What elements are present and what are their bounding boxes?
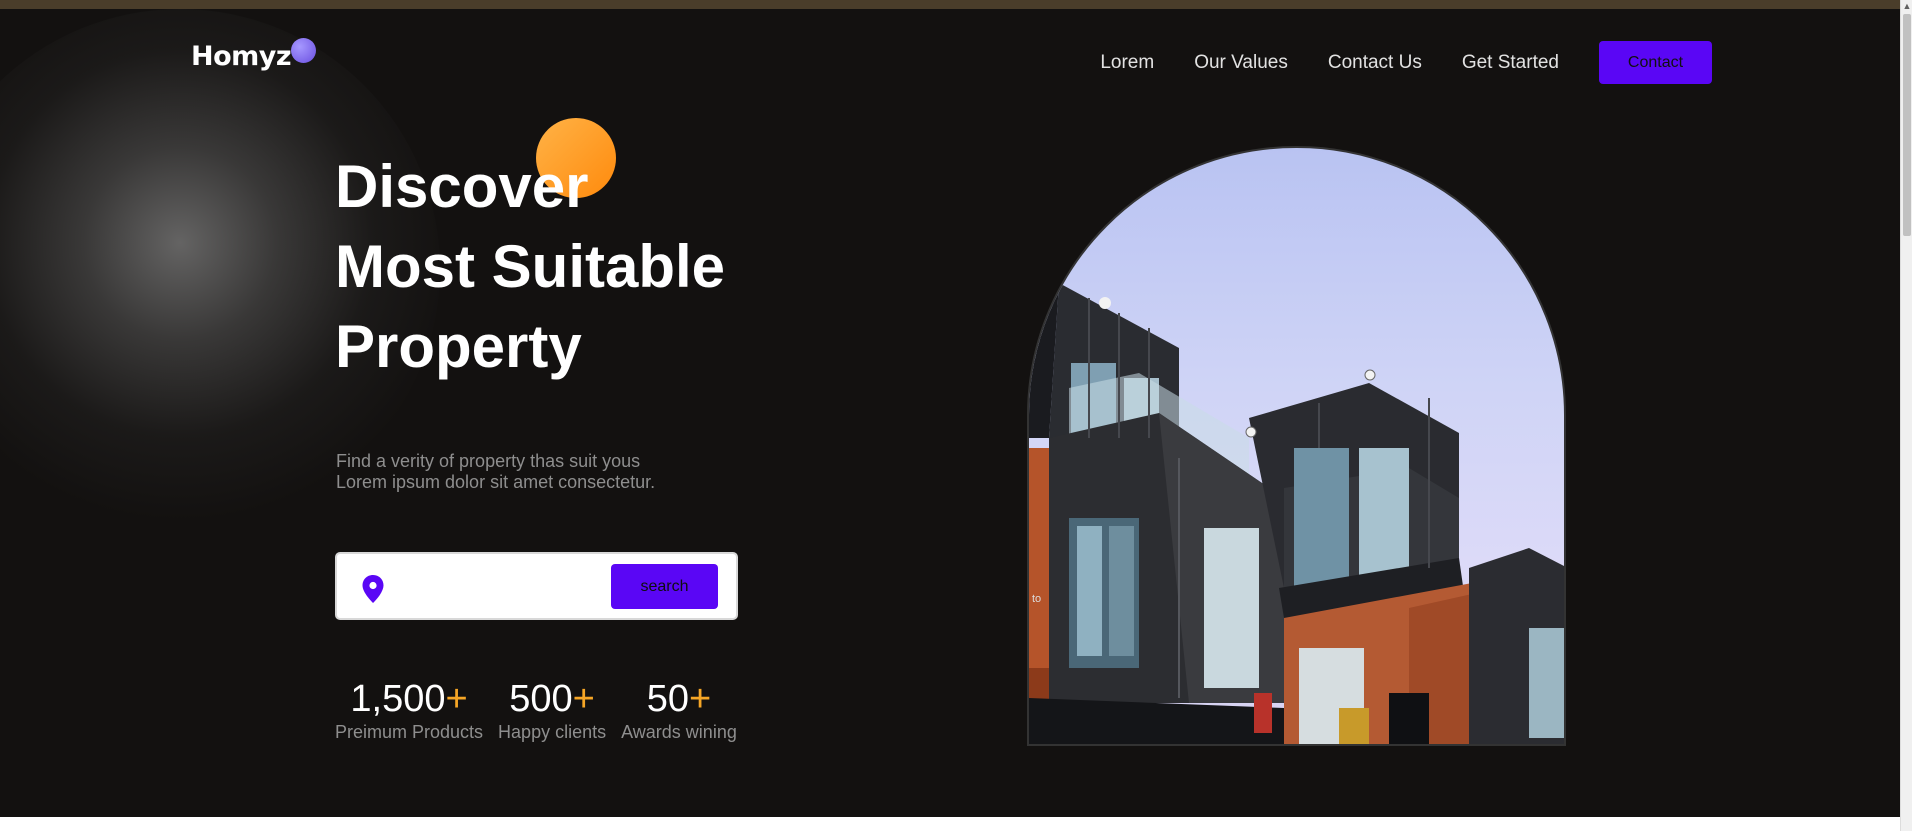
stat-label: Awards wining <box>621 722 737 742</box>
stat-value: 500 <box>509 678 573 720</box>
headline-line-3: Property <box>335 313 582 380</box>
location-pin-icon <box>362 575 384 603</box>
stat-plus: + <box>689 678 712 720</box>
stat-value: 1,500 <box>350 678 446 720</box>
headline-line-1: Discover <box>335 153 589 220</box>
search-button[interactable]: search <box>611 564 718 609</box>
nav-item-our-values[interactable]: Our Values <box>1194 52 1288 74</box>
hero-headline: Discover Most Suitable Property <box>335 147 725 387</box>
contact-button[interactable]: Contact <box>1599 41 1712 84</box>
image-overlay-text: to <box>1032 593 1042 605</box>
stats-row: 1,500+ Preimum Products 500+ Happy clien… <box>335 677 752 743</box>
hero-section: Homyz Lorem Our Values Contact Us Get St… <box>0 9 1900 817</box>
scrollbar-thumb[interactable] <box>1903 14 1911 236</box>
logo[interactable]: Homyz <box>191 38 316 81</box>
stat-label: Happy clients <box>498 722 607 742</box>
building-illustration <box>1029 283 1564 744</box>
scrollbar[interactable]: ▲ <box>1900 0 1912 831</box>
stat-plus: + <box>445 678 468 720</box>
search-input[interactable] <box>399 570 599 604</box>
page: Homyz Lorem Our Values Contact Us Get St… <box>0 0 1912 831</box>
stat-clients: 500+ Happy clients <box>498 677 606 743</box>
nav-item-contact-us[interactable]: Contact Us <box>1328 52 1422 74</box>
subtext-line-2: Lorem ipsum dolor sit amet consectetur. <box>336 472 656 492</box>
top-strip <box>0 0 1912 9</box>
stat-value: 50 <box>646 678 690 720</box>
scroll-up-icon[interactable]: ▲ <box>1902 0 1912 12</box>
logo-text: Homyz <box>191 41 292 72</box>
subtext-line-1: Find a verity of property thas suit yous <box>336 451 641 471</box>
main-nav: Lorem Our Values Contact Us Get Started … <box>1100 41 1712 84</box>
stat-plus: + <box>572 678 595 720</box>
hero-image-arch: to <box>1027 146 1566 746</box>
stat-awards: 50+ Awards wining <box>621 677 737 743</box>
nav-item-get-started[interactable]: Get Started <box>1462 52 1559 74</box>
hero-subtext: Find a verity of property thas suit yous… <box>336 451 655 493</box>
logo-dot <box>291 38 316 63</box>
headline-line-2: Most Suitable <box>335 233 726 300</box>
stat-label: Preimum Products <box>335 722 484 742</box>
stat-products: 1,500+ Preimum Products <box>335 677 483 743</box>
search-bar: search <box>335 552 738 620</box>
nav-item-lorem[interactable]: Lorem <box>1100 52 1154 74</box>
